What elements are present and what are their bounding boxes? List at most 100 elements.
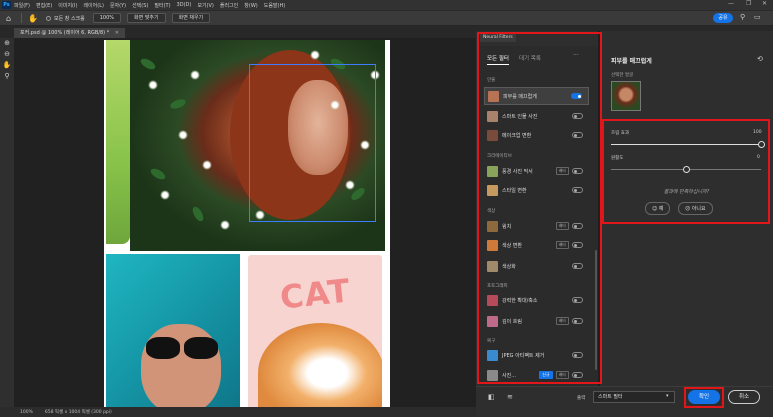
close-tab-icon[interactable]: ✕ [115, 30, 119, 36]
new-badge: 신규 [539, 371, 553, 379]
tab-all-filters[interactable]: 모든 필터 [487, 54, 509, 65]
filter-name: 사진... [502, 372, 516, 379]
tools-panel: ⊕ ⊖ ✋ ⚲ [0, 38, 14, 407]
beta-badge: 베타 [555, 167, 569, 175]
zoom-out-icon[interactable]: ⊖ [0, 49, 14, 60]
filter-toggle[interactable] [572, 132, 583, 138]
filter-thumbnail [487, 110, 498, 122]
filter-toggle[interactable] [572, 242, 583, 248]
zoom-tool-icon[interactable]: ⚲ [0, 71, 14, 82]
menu-edit[interactable]: 편집(E) [36, 2, 52, 9]
menu-plugins[interactable]: 플러그인 [220, 2, 238, 9]
filter-thumbnail [487, 315, 498, 327]
filter-toggle[interactable] [572, 352, 583, 358]
filter-name: 색상 변환 [502, 242, 522, 249]
workspace-icon[interactable]: ▭ [754, 13, 761, 21]
category-portrait: 인물 [487, 78, 496, 83]
filter-style-transfer[interactable]: 스타일 변환 [484, 181, 589, 199]
filter-name: JPEG 아티팩트 제거 [502, 352, 545, 359]
hand-tool-icon[interactable]: ✋ [28, 14, 38, 23]
menu-view[interactable]: 보기(V) [197, 2, 214, 9]
menu-help[interactable]: 도움말(H) [264, 2, 285, 9]
minimize-icon[interactable]: — [728, 0, 734, 7]
status-bar: 100% 658 픽셀 x 1004 픽셀 (300 ppi) [0, 407, 476, 417]
filter-colorize[interactable]: 색상화 [484, 257, 589, 275]
filter-toggle[interactable] [571, 93, 582, 99]
cat-photo: CAT [248, 255, 382, 409]
output-select[interactable]: 스마트 필터 [593, 391, 675, 403]
selected-face-label: 선택한 얼굴 [611, 73, 634, 78]
layers-icon[interactable]: ≋ [507, 393, 513, 401]
menu-bar: Ps 파일(F) 편집(E) 이미지(I) 레이어(L) 문자(Y) 선택(S)… [0, 0, 773, 10]
filter-toggle[interactable] [572, 113, 583, 119]
filter-thumbnail [487, 369, 498, 381]
fill-screen-button[interactable]: 화면 채우기 [171, 13, 211, 23]
search-icon[interactable]: ⚲ [740, 13, 745, 21]
close-icon[interactable]: ✕ [762, 0, 767, 7]
more-options-icon[interactable]: ··· [573, 52, 579, 59]
filter-thumbnail [487, 294, 498, 306]
ok-button[interactable]: 확인 [688, 390, 720, 404]
green-image-panel [106, 40, 130, 244]
menu-layer[interactable]: 레이어(L) [83, 2, 104, 9]
filter-toggle[interactable] [572, 168, 583, 174]
filter-toggle[interactable] [572, 223, 583, 229]
filter-toggle[interactable] [572, 372, 583, 378]
filter-makeup-transfer[interactable]: 메이크업 변환 [484, 126, 589, 144]
home-icon[interactable]: ⌂ [6, 14, 15, 23]
selected-face-thumbnail[interactable] [611, 81, 641, 111]
document-tab[interactable]: 포커.psd @ 100% (레이어 6, RGB/8) * ✕ [14, 28, 125, 38]
feedback-yes-button[interactable]: ☺ 예 [645, 202, 671, 215]
smoothness-slider-knob[interactable] [683, 166, 690, 173]
filter-toggle[interactable] [572, 318, 583, 324]
filter-super-zoom[interactable]: 강력한 확대/축소 [484, 291, 589, 309]
fit-screen-button[interactable]: 화면 맞추기 [127, 13, 166, 23]
filter-thumbnail [488, 90, 499, 102]
zoom-in-icon[interactable]: ⊕ [0, 38, 14, 49]
share-button[interactable]: 공유 [713, 13, 733, 23]
thumbs-up-icon: ☺ [652, 206, 658, 212]
panel-divider [598, 31, 600, 386]
cat-text-art: CAT [278, 271, 353, 317]
preview-toggle-icon[interactable]: ◧ [488, 393, 495, 401]
zoom-value-field[interactable]: 100% [92, 13, 122, 23]
feedback-question: 결과에 만족하십니까? [663, 189, 710, 195]
filter-toggle[interactable] [572, 187, 583, 193]
tab-waitlist[interactable]: 대기 목록 [519, 54, 541, 65]
feedback-no-button[interactable]: ☹ 아니요 [678, 202, 713, 215]
menu-type[interactable]: 문자(Y) [110, 2, 126, 9]
beta-badge: 베타 [555, 317, 569, 325]
filter-harmonization[interactable]: 윙치 베타 [484, 217, 589, 235]
filter-depth-blur[interactable]: 깊이 흐림 베타 [484, 312, 589, 330]
maximize-icon[interactable]: ❐ [746, 0, 751, 7]
hand-tool-icon[interactable]: ✋ [0, 60, 14, 71]
reset-icon[interactable]: ⟲ [757, 55, 763, 63]
filter-skin-smoothing[interactable]: 피부를 매끄럽게 [484, 87, 589, 105]
status-doc-size: 658 픽셀 x 1004 픽셀 (300 ppi) [44, 410, 112, 415]
menu-3d[interactable]: 3D(D) [177, 2, 192, 8]
filter-toggle[interactable] [572, 297, 583, 303]
filter-toggle[interactable] [572, 263, 583, 269]
document-tab-title: 포커.psd @ 100% (레이어 6, RGB/8) * [20, 30, 110, 36]
filter-photo-restoration[interactable]: 사진... 신규 베타 [484, 366, 589, 384]
filter-jpeg-artifact-removal[interactable]: JPEG 아티팩트 제거 [484, 346, 589, 364]
cancel-button[interactable]: 취소 [728, 390, 760, 404]
menu-file[interactable]: 파일(F) [14, 2, 30, 9]
filter-thumbnail [487, 220, 498, 232]
menu-filter[interactable]: 필터(T) [154, 2, 170, 9]
filter-name: 깊이 흐림 [502, 318, 522, 325]
photoshop-window: Ps 파일(F) 편집(E) 이미지(I) 레이어(L) 문자(Y) 선택(S)… [0, 0, 773, 417]
filter-name: 스마트 인물 사진 [502, 113, 538, 120]
filter-smart-portrait[interactable]: 스마트 인물 사진 [484, 107, 589, 125]
filter-name: 스타일 변환 [502, 187, 527, 194]
scroll-all-checkbox[interactable] [45, 15, 51, 21]
filter-color-transfer[interactable]: 색상 변환 베타 [484, 236, 589, 254]
menu-select[interactable]: 선택(S) [132, 2, 148, 9]
filter-landscape-mixer[interactable]: 풍경 사진 믹서 베타 [484, 162, 589, 180]
menu-image[interactable]: 이미지(I) [58, 2, 77, 9]
category-creative: 크리에이티브 [487, 154, 512, 159]
scrollbar-thumb[interactable] [595, 250, 597, 370]
blur-slider-knob[interactable] [758, 141, 765, 148]
status-zoom[interactable]: 100% [20, 410, 33, 415]
menu-window[interactable]: 창(W) [244, 2, 257, 9]
